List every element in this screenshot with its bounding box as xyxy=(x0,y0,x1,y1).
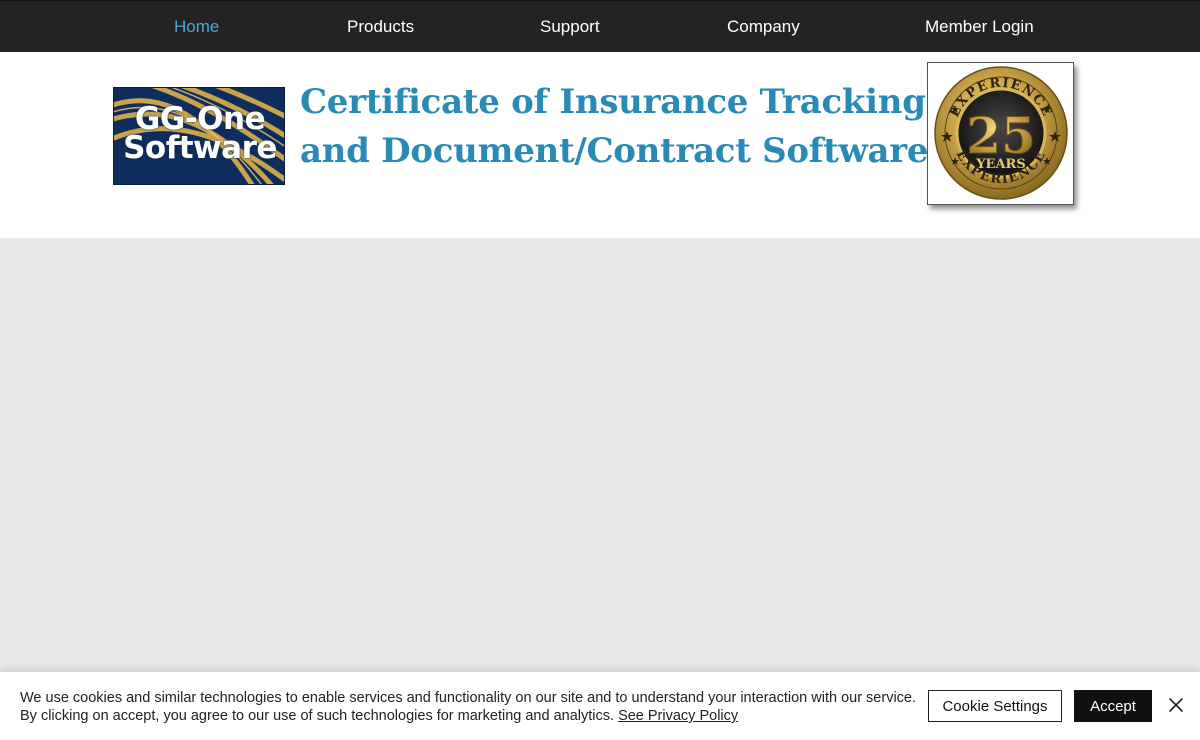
nav-item-home[interactable]: Home xyxy=(174,1,219,53)
site-title-line1: Certificate of Insurance Tracking xyxy=(300,82,926,122)
privacy-policy-link[interactable]: See Privacy Policy xyxy=(618,708,738,724)
cookie-message-line2-text: By clicking on accept, you agree to our … xyxy=(20,708,615,724)
main-content-placeholder xyxy=(0,238,1200,672)
cookie-message: We use cookies and similar technologies … xyxy=(20,689,917,725)
nav-item-support[interactable]: Support xyxy=(540,1,600,53)
site-header: GG-One Software Certificate of Insurance… xyxy=(0,52,1200,238)
nav-item-company[interactable]: Company xyxy=(727,1,800,53)
25-years-experience-icon: EXPERIENCE EXPERIENCE 25 YEARS xyxy=(934,66,1068,200)
site-title-line2: and Document/Contract Software xyxy=(300,131,929,171)
badge-years-text: YEARS xyxy=(975,157,1025,172)
cookie-consent-banner: We use cookies and similar technologies … xyxy=(0,672,1200,740)
close-banner-button[interactable] xyxy=(1166,695,1186,715)
nav-item-products[interactable]: Products xyxy=(347,1,414,53)
top-navigation: Home Products Support Company Member Log… xyxy=(0,0,1200,52)
nav-item-member-login[interactable]: Member Login xyxy=(925,1,1034,53)
accept-cookies-button[interactable]: Accept xyxy=(1074,690,1152,722)
company-logo[interactable]: GG-One Software xyxy=(113,87,285,185)
cookie-message-line2: By clicking on accept, you agree to our … xyxy=(20,707,910,725)
cookie-message-line1: We use cookies and similar technologies … xyxy=(20,690,917,706)
site-title: Certificate of Insurance Tracking and Do… xyxy=(300,78,929,176)
cookie-settings-button[interactable]: Cookie Settings xyxy=(928,690,1062,722)
close-icon xyxy=(1169,698,1183,712)
logo-text-line2: Software xyxy=(123,130,277,166)
experience-badge: EXPERIENCE EXPERIENCE 25 YEARS xyxy=(927,62,1074,205)
